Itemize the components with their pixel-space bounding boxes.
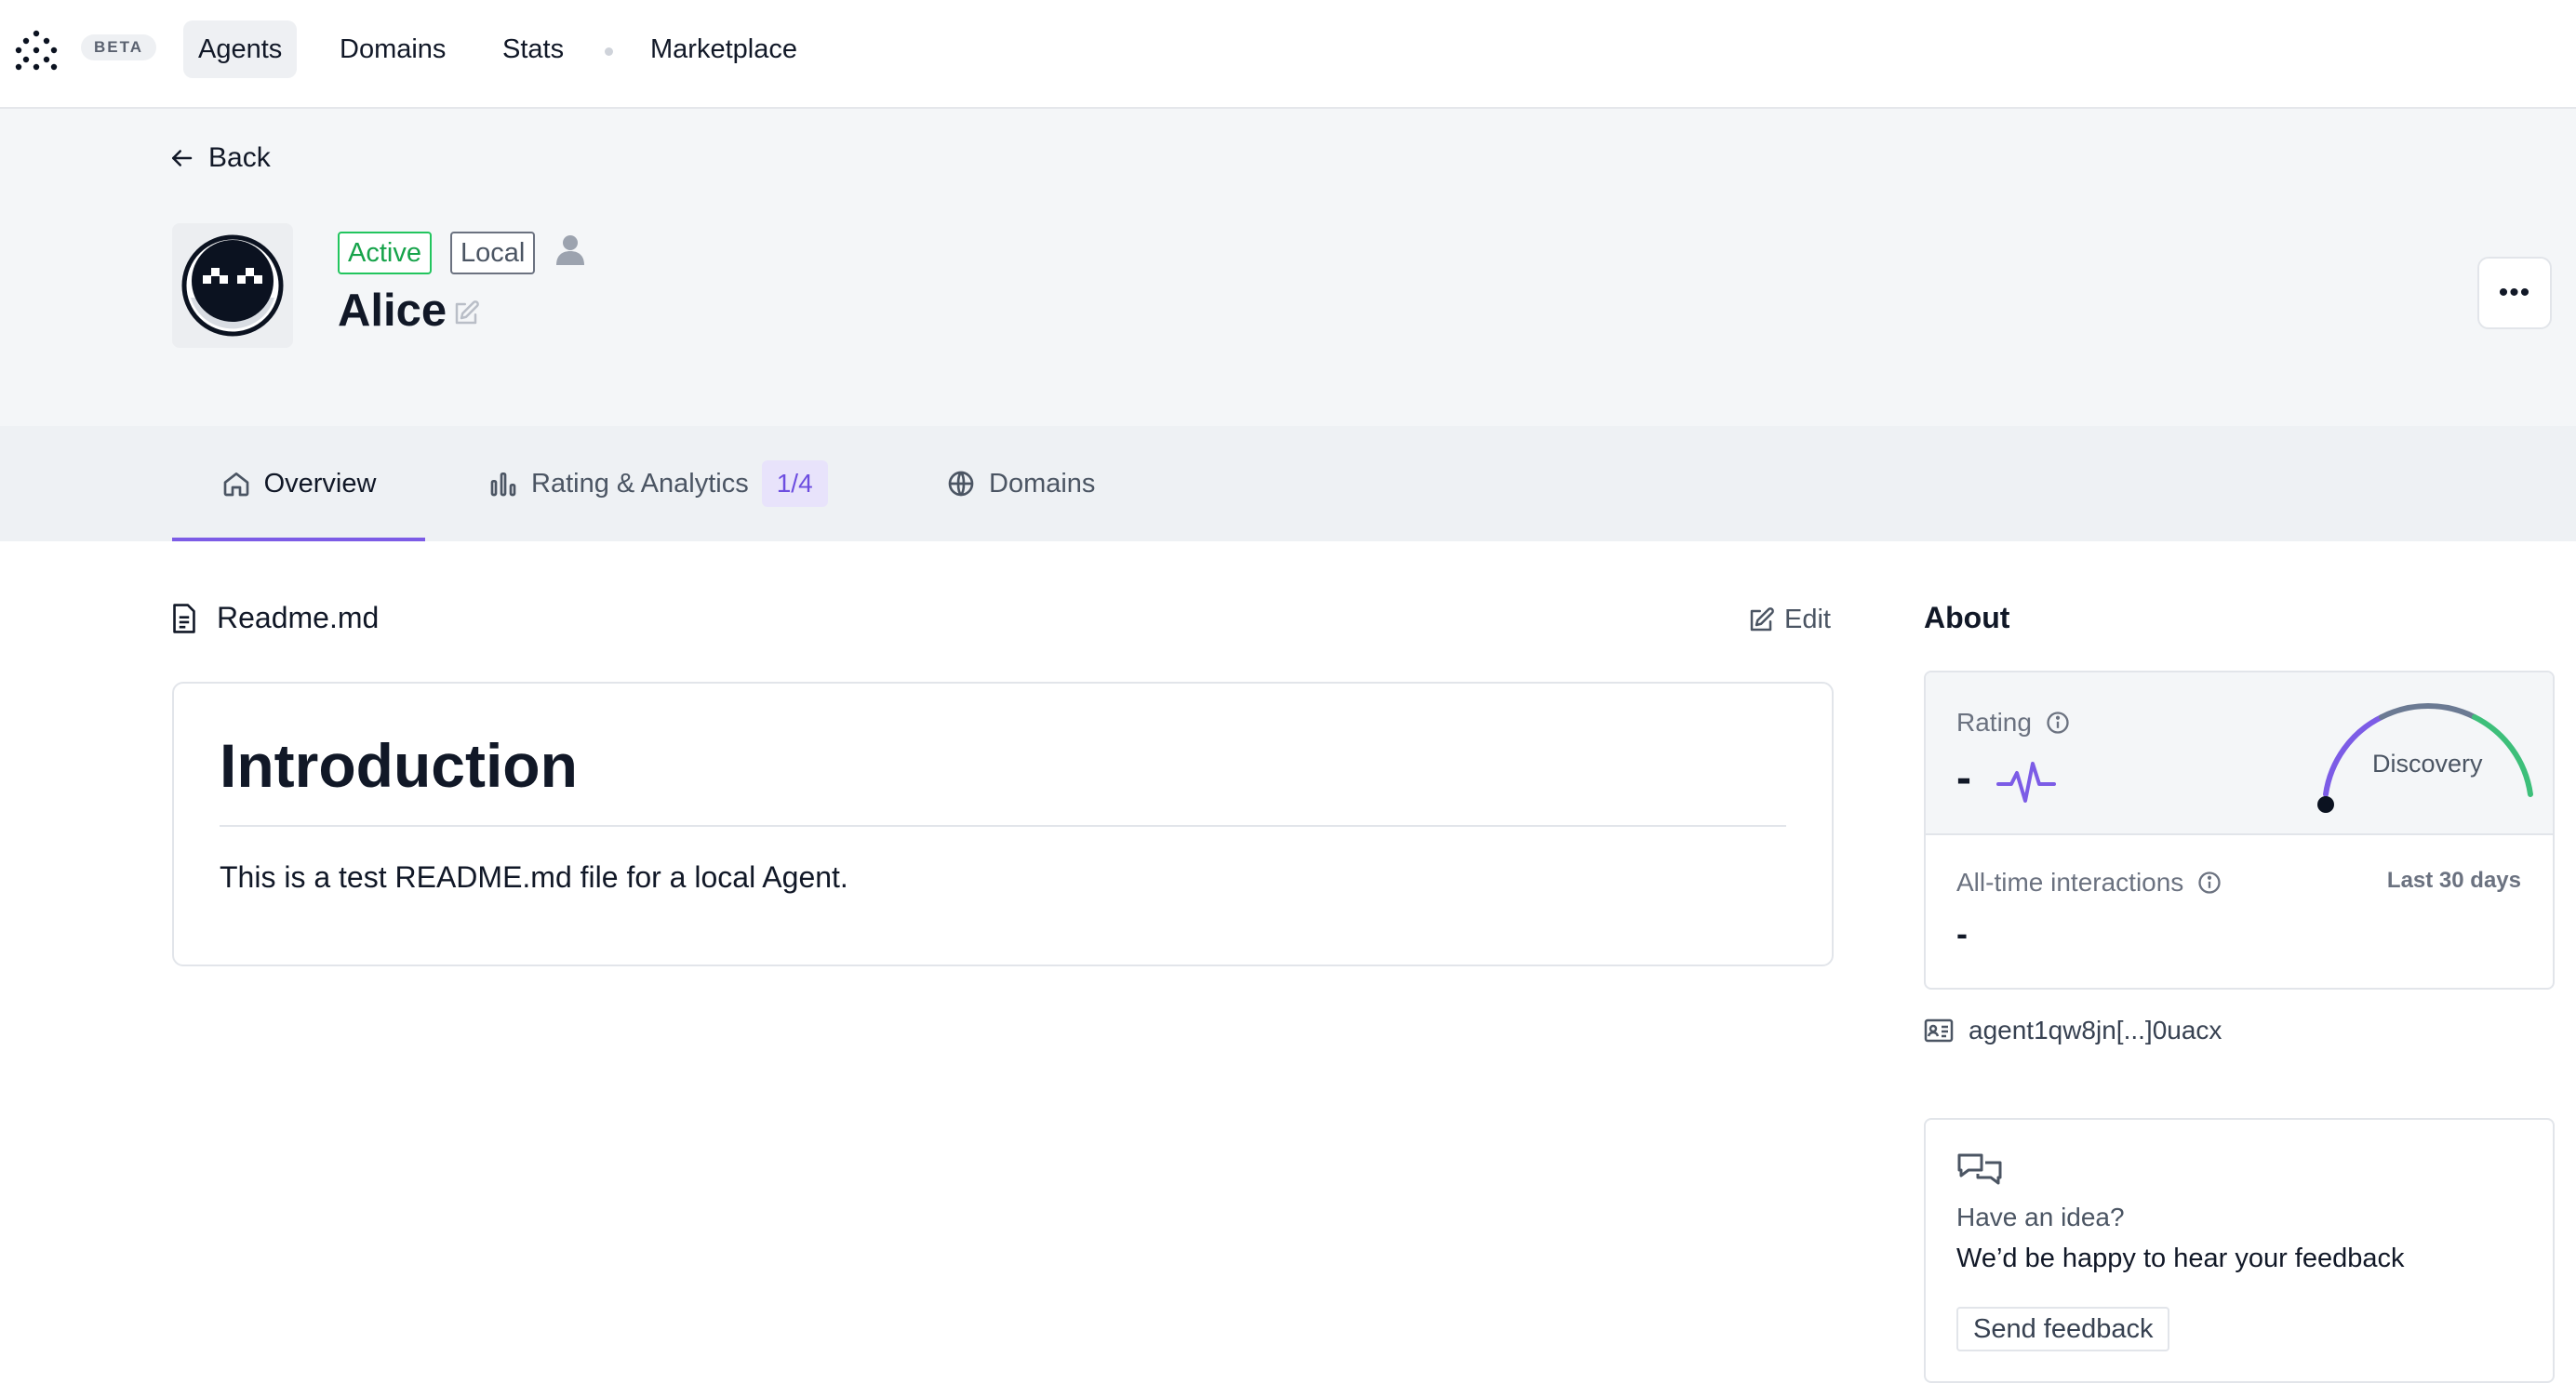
user-icon [556, 235, 584, 265]
tab-rating-count: 1/4 [761, 460, 828, 507]
edit-icon [1750, 606, 1774, 631]
edit-readme-button[interactable]: Edit [1747, 605, 1831, 635]
nav-domains[interactable]: Domains [325, 20, 460, 78]
beta-badge: BETA [81, 34, 157, 60]
interactions-label-row: All-time interactions [1956, 868, 2222, 898]
agent-avatar [172, 223, 293, 348]
send-feedback-button[interactable]: Send feedback [1956, 1307, 2170, 1351]
tab-rating-label: Rating & Analytics [531, 468, 749, 499]
fetch-logo-icon[interactable] [13, 26, 60, 73]
back-link[interactable]: Back [167, 138, 271, 179]
robot-avatar-icon [181, 234, 284, 337]
tab-domains[interactable]: Domains [946, 426, 1095, 541]
home-icon [223, 472, 248, 497]
chat-bubbles-icon [1957, 1153, 2002, 1185]
heading-divider [220, 825, 1786, 827]
readme-header: Readme.md [170, 601, 379, 635]
feedback-message: We’d be happy to hear your feedback [1956, 1244, 2405, 1273]
tab-overview[interactable]: Overview [172, 426, 425, 541]
about-stats-card: Rating - Discovery All-time interactions… [1924, 671, 2555, 990]
tab-overview-label: Overview [263, 468, 377, 499]
interactions-value: - [1956, 914, 1968, 952]
interactions-label: All-time interactions [1956, 868, 2184, 897]
readme-filename: Readme.md [217, 601, 380, 634]
rating-label: Rating [1956, 708, 2032, 737]
info-icon[interactable] [2045, 710, 2071, 736]
tab-domains-label: Domains [989, 468, 1096, 499]
bar-chart-icon [490, 472, 516, 497]
agent-address[interactable]: agent1qw8jn[...]0uacx [1924, 1016, 2222, 1045]
top-navigation: BETA Agents Domains Stats Marketplace [0, 0, 2576, 109]
feedback-card: Have an idea? We’d be happy to hear your… [1924, 1118, 2555, 1383]
nav-marketplace[interactable]: Marketplace [635, 20, 812, 78]
id-card-icon [1924, 1018, 1954, 1043]
rating-value: - [1956, 753, 1971, 803]
back-label: Back [208, 142, 271, 173]
agent-name: Alice [338, 286, 447, 336]
readme-content: Introduction This is a test README.md fi… [172, 682, 1834, 966]
pulse-icon [1996, 762, 2056, 803]
gauge-label: Discovery [2372, 750, 2483, 778]
arrow-left-icon [172, 150, 193, 166]
agent-address-text: agent1qw8jn[...]0uacx [1969, 1016, 2222, 1044]
rating-label-row: Rating [1956, 708, 2071, 738]
more-options-button[interactable]: ••• [2477, 257, 2552, 329]
readme-heading: Introduction [220, 731, 578, 800]
nav-separator-dot [605, 47, 613, 56]
interactions-period: Last 30 days [2386, 868, 2521, 893]
rating-section: Rating - Discovery [1926, 672, 2553, 835]
nav-agents[interactable]: Agents [183, 20, 298, 78]
status-badge: Active [338, 232, 432, 274]
readme-body: This is a test README.md file for a loca… [220, 860, 848, 894]
file-icon [173, 603, 195, 633]
info-icon[interactable] [2196, 870, 2222, 896]
tab-bar: Overview Rating & Analytics 1/4 Domains [0, 426, 2576, 541]
globe-icon [948, 471, 974, 497]
feedback-question: Have an idea? [1956, 1203, 2125, 1231]
edit-name-icon[interactable] [452, 299, 480, 327]
tab-rating-analytics[interactable]: Rating & Analytics 1/4 [488, 426, 828, 541]
location-badge: Local [450, 232, 536, 274]
about-title: About [1924, 601, 2010, 634]
nav-stats[interactable]: Stats [487, 20, 579, 78]
edit-label: Edit [1784, 605, 1831, 634]
